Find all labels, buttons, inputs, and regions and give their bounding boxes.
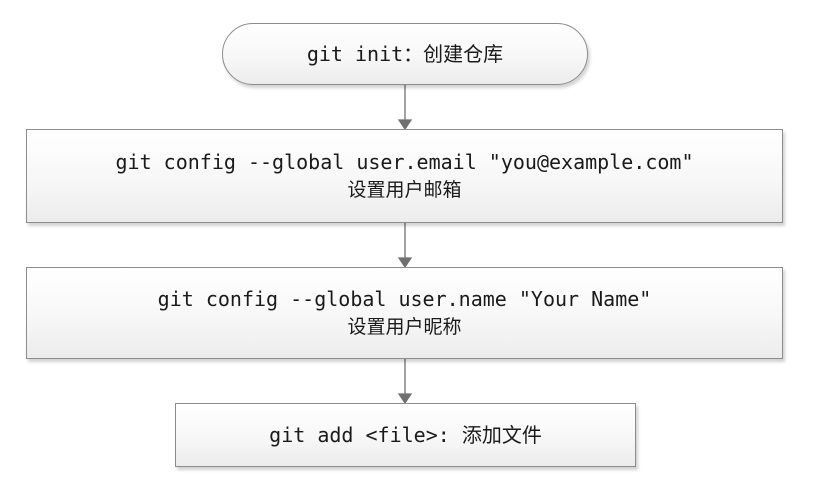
node-git-init: git init：创建仓库 bbox=[222, 23, 588, 85]
node-config-email: git config --global user.email "you@exam… bbox=[26, 129, 783, 223]
node-git-add-text: git add <file>: 添加文件 bbox=[269, 423, 542, 447]
node-config-name-command: git config --global user.name "Your Name… bbox=[157, 287, 652, 311]
arrowhead-name bbox=[397, 257, 413, 269]
arrowhead-add bbox=[397, 393, 413, 405]
node-config-email-desc: 设置用户邮箱 bbox=[347, 179, 462, 201]
arrowhead-email bbox=[397, 119, 413, 131]
node-git-init-text: git init：创建仓库 bbox=[306, 42, 504, 66]
node-config-name: git config --global user.name "Your Name… bbox=[26, 267, 783, 359]
node-git-add: git add <file>: 添加文件 bbox=[175, 403, 636, 467]
node-config-email-command: git config --global user.email "you@exam… bbox=[115, 150, 694, 174]
node-config-name-desc: 设置用户昵称 bbox=[347, 316, 462, 338]
